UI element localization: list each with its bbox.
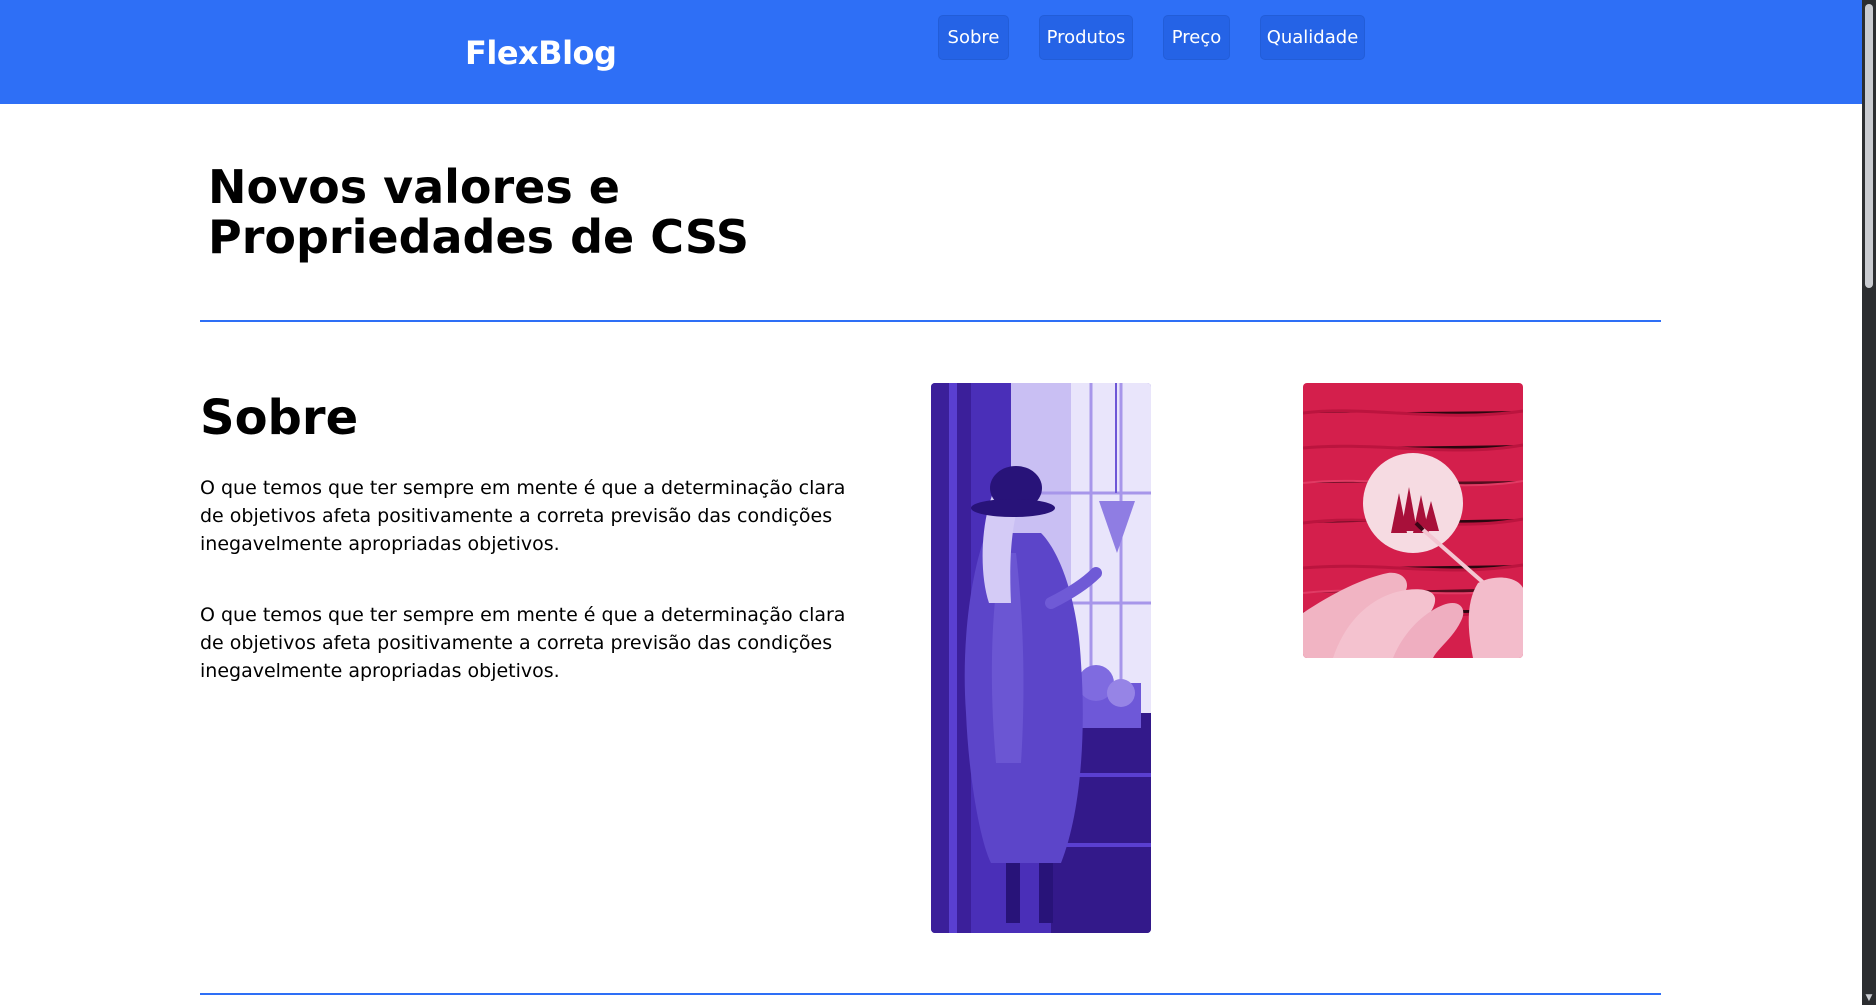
photo-hands-painting-image (1303, 383, 1523, 658)
nav-item-produtos[interactable]: Produtos (1039, 15, 1133, 60)
section-paragraph-1: O que temos que ter sempre em mente é qu… (200, 477, 846, 555)
section-title-sobre: Sobre (200, 390, 359, 446)
page-title-line-2: Propriedades de CSS (208, 210, 750, 264)
section-divider-top (200, 320, 1661, 322)
page-scrollbar[interactable]: ▼ (1862, 0, 1876, 1005)
nav-item-qualidade[interactable]: Qualidade (1260, 15, 1365, 60)
site-header: FlexBlog Sobre Produtos Preço Qualidade (0, 0, 1862, 104)
chevron-down-icon[interactable]: ▼ (1864, 993, 1874, 1003)
brand-logo[interactable]: FlexBlog (465, 34, 617, 72)
nav-item-preco[interactable]: Preço (1163, 15, 1230, 60)
photo-hands-painting (1303, 383, 1523, 658)
photo-woman-window-image (931, 383, 1151, 933)
photo-woman-window (931, 383, 1151, 933)
browser-viewport: FlexBlog Sobre Produtos Preço Qualidade … (0, 0, 1862, 1005)
section-paragraph-2: O que temos que ter sempre em mente é qu… (200, 604, 846, 682)
section-divider-bottom (200, 993, 1661, 995)
page-title: Novos valores e Propriedades de CSS (208, 162, 828, 262)
page-title-line-1: Novos valores e (208, 160, 620, 214)
scrollbar-thumb[interactable] (1865, 4, 1873, 288)
nav-item-sobre[interactable]: Sobre (938, 15, 1009, 60)
